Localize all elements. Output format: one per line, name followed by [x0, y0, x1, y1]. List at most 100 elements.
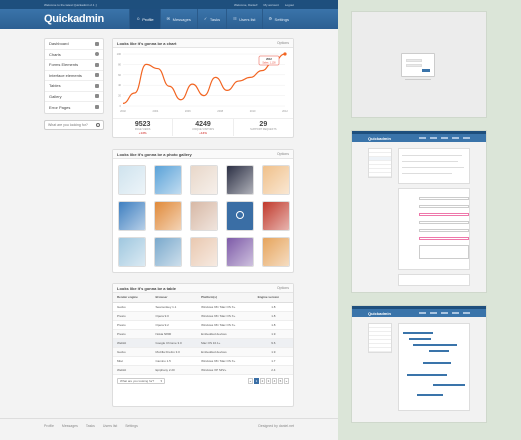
table-row[interactable]: Gecko Mozilla Firefox 3.0 Embedded devices… [113, 347, 293, 357]
table-row[interactable]: Presto Opera 9.0 Windows 98 / Mac OS X+ 1.8 [113, 311, 293, 321]
gallery-photo[interactable] [119, 202, 145, 230]
table-row[interactable]: Webkit Epiphany 2.20 Windows XP SP2+ 2.4 [113, 365, 293, 375]
chart-panel-header: Looks like it's gonna be a chart Options [113, 39, 293, 48]
table-row[interactable]: Presto Opera 9.2 Windows 98 / Mac OS X+ 1.8 [113, 320, 293, 330]
welcome-text: Welcome to the latest Quickadmin 2.1 ;) [44, 2, 98, 7]
nav-item-messages[interactable]: ✉ Messages [159, 9, 197, 29]
gallery-photo[interactable] [191, 202, 217, 230]
table-cell: 1.9 [253, 329, 293, 339]
gallery-photo[interactable] [119, 166, 145, 194]
mini-gantt-panel [398, 323, 470, 411]
gallery-photo[interactable] [263, 202, 289, 230]
mini-sidebar-2 [368, 323, 392, 353]
table-icon [95, 83, 99, 88]
login-footer-line [405, 79, 431, 80]
nav-item-settings[interactable]: ⚙ Settings [261, 9, 295, 29]
page-button[interactable]: 3 [266, 377, 271, 384]
chart-options-button[interactable]: Options [277, 41, 289, 45]
stat-value: 9523 [134, 121, 151, 128]
table-row[interactable]: Presto Nokia N800 Embedded devices 1.9 [113, 329, 293, 339]
table-cell: Embedded devices [197, 329, 254, 339]
table-row[interactable]: Gecko Seamonkey 1.1 Windows 98 / Mac OS X+… [113, 302, 293, 312]
table-filter-select[interactable]: What are you looking for? ▾ [117, 377, 165, 384]
error-icon [95, 105, 99, 110]
table-cell: 1.8 [253, 320, 293, 330]
logout-link[interactable]: Logout [285, 3, 294, 7]
stat-block: 9523 PAGE VIEWS +13% [113, 119, 172, 136]
column-header[interactable]: Engine version [253, 293, 293, 303]
my-account-link[interactable]: My account [263, 3, 278, 7]
gallery-photo[interactable] [227, 238, 253, 266]
page-button[interactable]: 1 [254, 377, 259, 384]
nav-label: Profile [142, 16, 154, 22]
footer-link[interactable]: Profile [44, 424, 54, 428]
gallery-photo[interactable] [155, 202, 181, 230]
column-header[interactable]: Platform(s) [197, 293, 254, 303]
table-panel-title: Looks like it's gonna be a table [117, 285, 176, 291]
table-panel: Looks like it's gonna be a table Options… [112, 283, 294, 407]
nav-item-users-list[interactable]: ☷ Users list [226, 9, 261, 29]
search-input[interactable]: What are you looking for? [44, 119, 104, 130]
tooltip-text: Sales: 1,100 [262, 62, 276, 65]
table-options-button[interactable]: Options [277, 286, 289, 290]
page-button[interactable]: 4 [272, 377, 277, 384]
user-icon: ☺ [136, 16, 141, 21]
pagination: «1 2 3 4 5» [248, 377, 289, 384]
y-tick-label: 20 [118, 94, 121, 98]
table-cell: Misc [113, 356, 152, 366]
sidebar-item-error-pages[interactable]: Error Pages [45, 102, 103, 113]
column-header[interactable]: Browser [151, 293, 198, 303]
app-logo[interactable]: Quickadmin [44, 13, 104, 25]
footer-link[interactable]: Tasks [86, 424, 95, 428]
sidebar-item-label: Dashboard [49, 41, 69, 47]
gallery-photo[interactable] [191, 238, 217, 266]
sidebar-item-tables[interactable]: Tables [45, 81, 103, 92]
magnify-icon[interactable] [236, 211, 244, 219]
page-button[interactable]: » [284, 377, 289, 384]
forms-screen-thumbnail[interactable]: Quickadmin [352, 131, 486, 292]
gallery-photo[interactable] [227, 202, 253, 230]
gallery-panel-title: Looks like it's gonna be a photo gallery [117, 151, 192, 157]
sidebar-item-charts[interactable]: Charts [45, 50, 103, 60]
gallery-photo[interactable] [263, 238, 289, 266]
sidebar-item-interface-elements[interactable]: Interface elements [45, 71, 103, 81]
sidebar-item-forms-elements[interactable]: Forms Elements [45, 60, 103, 71]
stat-change: +13% [138, 131, 147, 135]
x-tick-label: 2004 [153, 109, 159, 113]
sidebar-item-dashboard[interactable]: Dashboard [45, 39, 103, 50]
table-cell: Opera 9.0 [151, 311, 198, 321]
gear-icon: ⚙ [268, 16, 273, 21]
table-row[interactable]: Misc Camino 1.5 Windows 98 / Mac OS X+ 1.7 [113, 356, 293, 366]
footer-link[interactable]: Users list [103, 424, 117, 428]
footer-credit[interactable]: Designed by daniel.net [258, 424, 294, 428]
gallery-photo[interactable] [155, 166, 181, 194]
page-button[interactable]: « [248, 377, 253, 384]
page-button[interactable]: 5 [278, 377, 283, 384]
table-row[interactable]: Webkit Google Chrome 3.0 Mac OS 10.1+ 9.6 [113, 338, 293, 348]
calendar-screen-thumbnail[interactable]: Quickadmin [352, 306, 486, 422]
user-greeting: Welcome, Daniel! [234, 2, 258, 7]
table-cell: Presto [113, 320, 152, 330]
gallery-options-button[interactable]: Options [277, 152, 289, 156]
y-tick-label: 80 [118, 62, 121, 66]
gallery-photo[interactable] [155, 238, 181, 266]
gallery-photo[interactable] [191, 166, 217, 194]
gallery-photo[interactable] [119, 238, 145, 266]
sidebar-item-gallery[interactable]: Gallery [45, 92, 103, 102]
footer-link[interactable]: Settings [125, 424, 138, 428]
chart-panel: Looks like it's gonna be a chart Options… [112, 38, 294, 138]
mini-logo-2: Quickadmin [368, 310, 391, 316]
gallery-photo[interactable] [263, 166, 289, 194]
login-button [422, 69, 430, 72]
column-header[interactable]: Render engine [113, 293, 152, 303]
nav-item-profile[interactable]: ☺ Profile [129, 9, 160, 29]
table-cell: Google Chrome 3.0 [151, 338, 198, 348]
nav-item-tasks[interactable]: ✓ Tasks [196, 9, 226, 29]
login-screen-thumbnail[interactable] [352, 12, 486, 117]
footer-link[interactable]: Messages [62, 424, 78, 428]
table-panel-header: Looks like it's gonna be a table Options [113, 284, 293, 293]
page-button[interactable]: 2 [260, 377, 265, 384]
gallery-photo[interactable] [227, 166, 253, 194]
nav-label: Users list [239, 16, 256, 22]
search-icon[interactable] [96, 122, 100, 127]
